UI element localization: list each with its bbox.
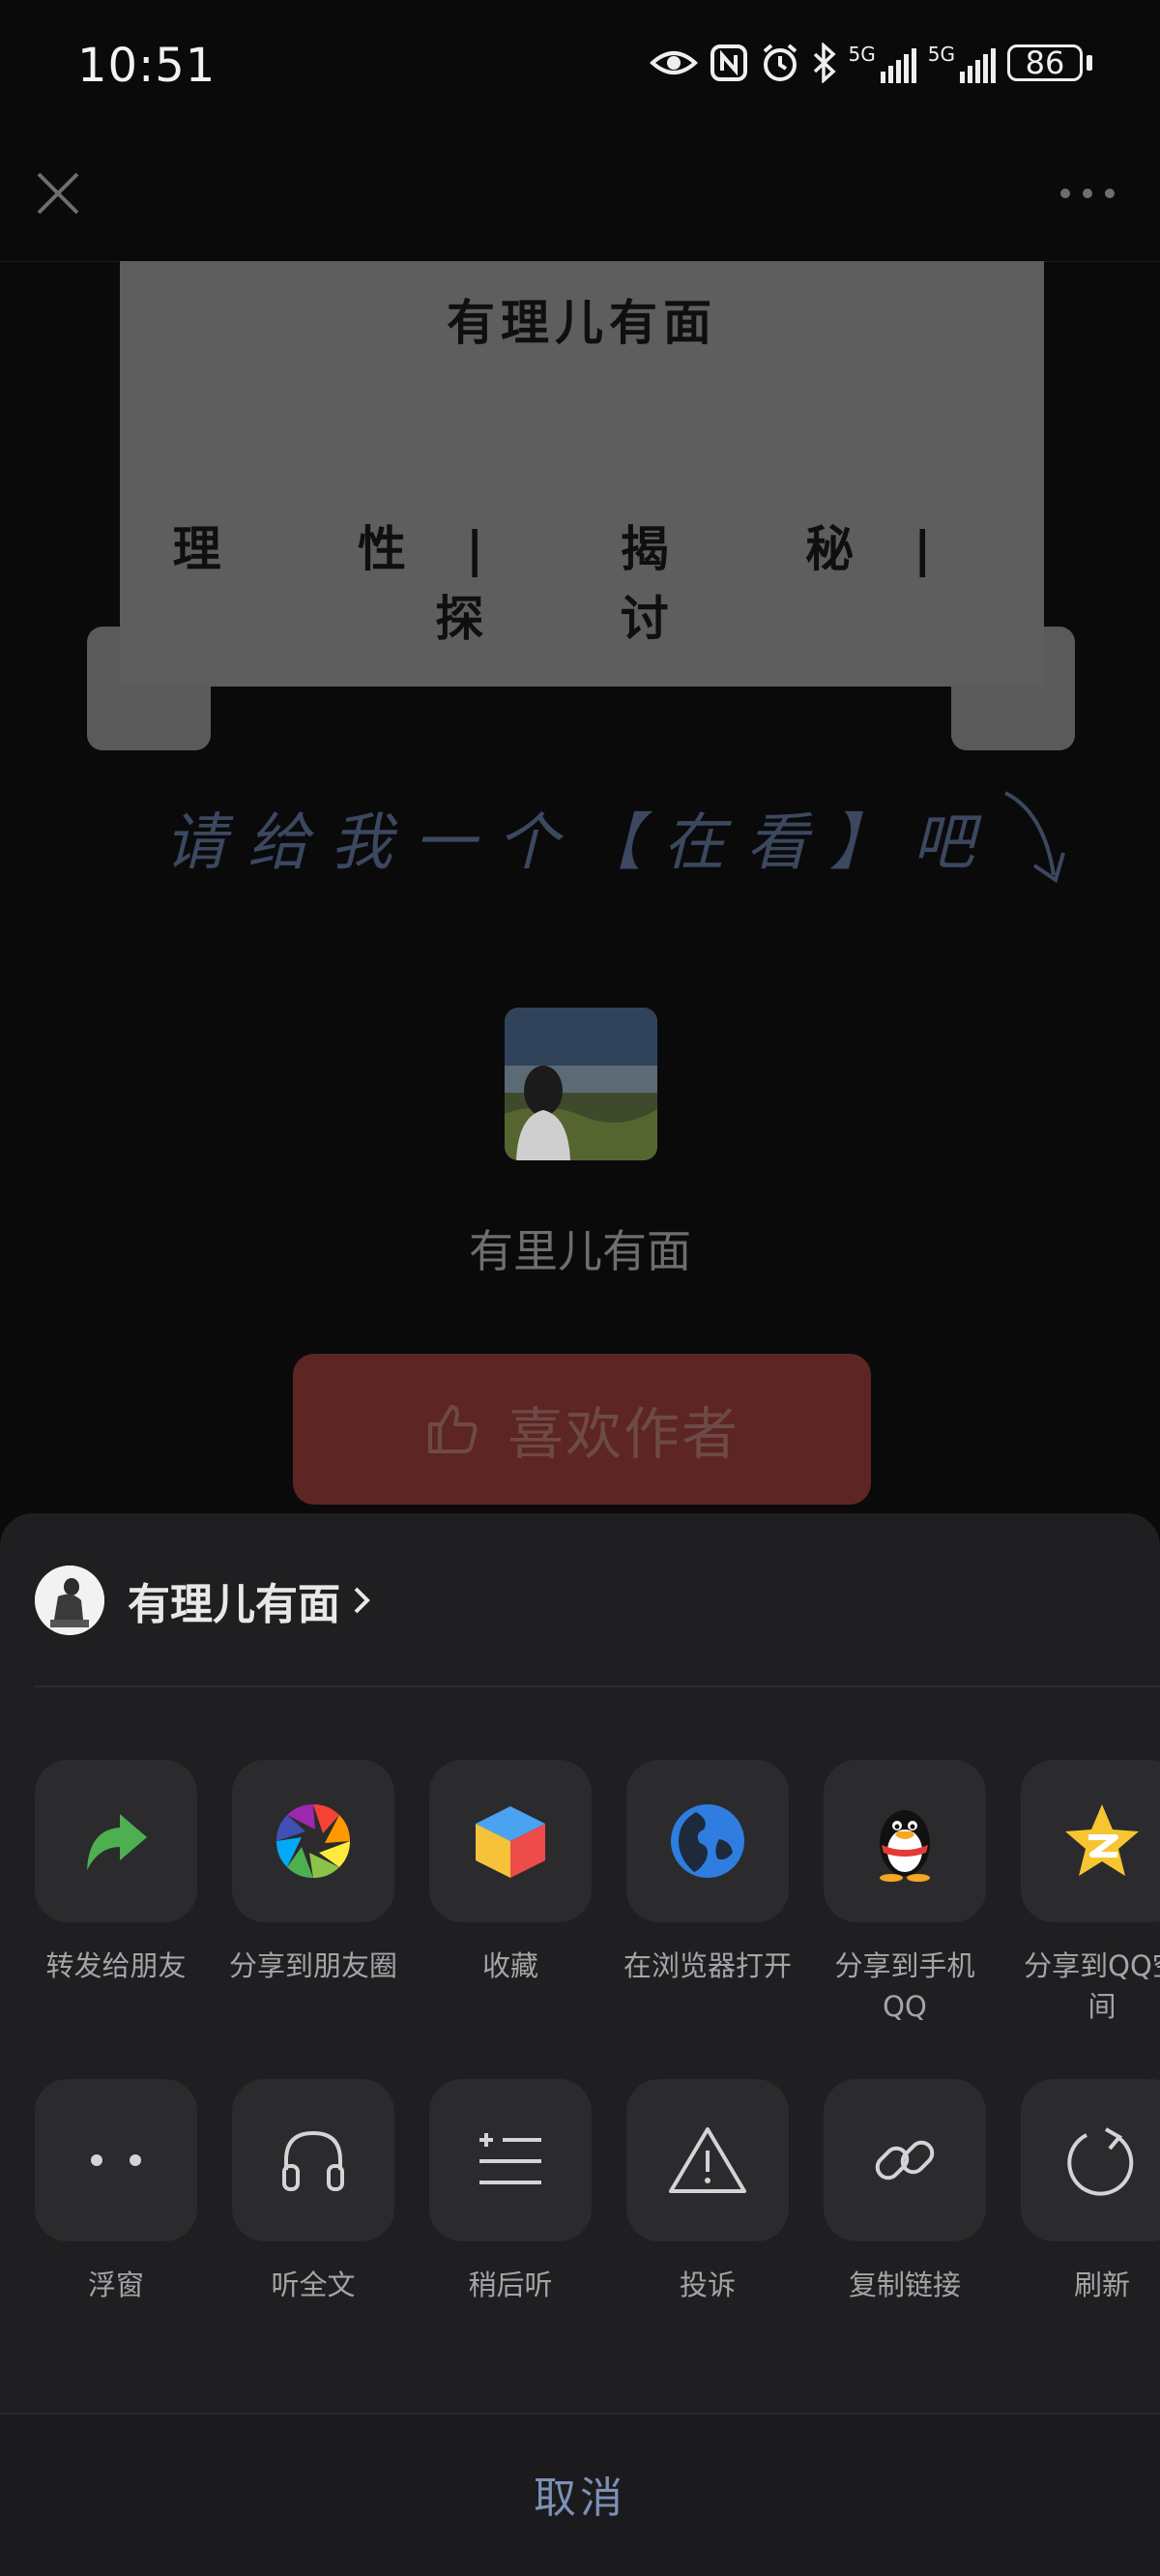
tile-label: 刷新 bbox=[1073, 2269, 1130, 2301]
moments-icon bbox=[276, 1803, 351, 1879]
banner-title: 有理儿有面 bbox=[447, 295, 717, 351]
top-bar bbox=[0, 145, 1160, 262]
listen-full-text-button[interactable]: 听全文 bbox=[232, 2079, 394, 2305]
sheet-divider bbox=[35, 1685, 1160, 1687]
ask-for-view-text: 请给我一个【在看】吧 bbox=[164, 807, 996, 879]
tile-label: 稍后听 bbox=[468, 2269, 553, 2301]
thinker-statue-image bbox=[35, 1566, 104, 1635]
account-name: 有理儿有面 bbox=[128, 1580, 340, 1629]
tile-label: 分享到朋友圈 bbox=[228, 1949, 397, 1982]
forward-to-friend-button[interactable]: 转发给朋友 bbox=[35, 1760, 197, 2027]
browser-globe-icon bbox=[671, 1804, 744, 1878]
qzone-star-icon bbox=[1065, 1804, 1139, 1876]
close-icon bbox=[37, 172, 79, 215]
article-banner: 有理儿有面 理 性| 揭 秘| 探 讨 bbox=[120, 261, 1044, 687]
cancel-button[interactable]: 取消 bbox=[0, 2463, 1160, 2525]
float-window-button[interactable]: 浮窗 bbox=[35, 2079, 197, 2305]
status-time: 10:51 bbox=[77, 39, 217, 93]
favorite-cube-icon bbox=[476, 1806, 545, 1878]
tile-label: 听全文 bbox=[271, 2269, 356, 2301]
more-button[interactable] bbox=[1054, 174, 1121, 213]
cancel-area: 取消 bbox=[0, 2413, 1160, 2576]
share-to-qq-button[interactable]: 分享到手机QQ bbox=[824, 1760, 986, 2027]
complain-button[interactable]: 投诉 bbox=[626, 2079, 789, 2305]
tile-label: 投诉 bbox=[679, 2269, 736, 2301]
share-row-2: 浮窗 听全文 稍后听 投诉 复制链接 刷新 bbox=[35, 2079, 1160, 2305]
listen-later-button[interactable]: 稍后听 bbox=[429, 2079, 592, 2305]
copy-link-button[interactable]: 复制链接 bbox=[824, 2079, 986, 2305]
tile-label: 转发给朋友 bbox=[45, 1949, 187, 1982]
sheet-account-header[interactable]: 有理儿有面 bbox=[35, 1562, 373, 1639]
alarm-icon bbox=[763, 44, 797, 81]
qq-penguin-icon bbox=[880, 1810, 930, 1882]
account-avatar bbox=[35, 1566, 104, 1635]
battery-indicator: 86 bbox=[1007, 44, 1083, 81]
nfc-icon bbox=[710, 44, 747, 81]
tile-label: 浮窗 bbox=[87, 2269, 144, 2301]
eye-icon bbox=[649, 51, 698, 74]
author-avatar[interactable] bbox=[505, 1008, 657, 1160]
float-window-icon bbox=[91, 2154, 141, 2166]
signal-1: 5G bbox=[849, 43, 916, 83]
favorite-button[interactable]: 收藏 bbox=[429, 1760, 592, 2027]
refresh-icon bbox=[1067, 2127, 1134, 2196]
refresh-button[interactable]: 刷新 bbox=[1021, 2079, 1160, 2305]
tile-label: 在浏览器打开 bbox=[623, 1949, 792, 1982]
share-row-1: 转发给朋友 分享到朋友圈 收藏 在浏览器打开 分享到手机QQ 分享到QQ 间 bbox=[35, 1760, 1160, 2027]
chevron-right-icon bbox=[354, 1587, 370, 1614]
like-author-label: 喜欢作者 bbox=[507, 1401, 740, 1467]
warning-icon bbox=[669, 2127, 746, 2193]
curved-arrow-icon bbox=[1004, 791, 1065, 884]
link-icon bbox=[875, 2140, 935, 2181]
tile-label: 复制链接 bbox=[848, 2269, 961, 2301]
article-content: 有理儿有面 理 性| 揭 秘| 探 讨 请给我一个【在看】吧 有里儿有面 喜欢作… bbox=[0, 261, 1160, 1518]
headphones-icon bbox=[282, 2130, 344, 2191]
status-icons: 5G 5G 86 bbox=[649, 43, 1092, 83]
bluetooth-icon bbox=[813, 43, 836, 83]
tile-label: 分享到手机QQ bbox=[834, 1949, 975, 2023]
listen-later-icon bbox=[479, 2133, 541, 2184]
tile-label: 收藏 bbox=[481, 1949, 538, 1982]
share-to-moments-button[interactable]: 分享到朋友圈 bbox=[229, 1760, 397, 2027]
battery-cap bbox=[1087, 55, 1092, 71]
author-photo bbox=[505, 1008, 657, 1160]
signal-2: 5G bbox=[928, 43, 996, 83]
share-to-qzone-button[interactable]: 分享到QQ空间 bbox=[1021, 1760, 1160, 2027]
forward-icon bbox=[87, 1814, 147, 1870]
open-in-browser-button[interactable]: 在浏览器打开 bbox=[624, 1760, 792, 2027]
tile-label: 分享到QQ空间 bbox=[1024, 1949, 1160, 2023]
banner-tags: 理 性| 揭 秘| 探 讨 bbox=[172, 521, 992, 647]
thumbs-up-icon bbox=[427, 1405, 478, 1453]
close-button[interactable] bbox=[29, 164, 87, 222]
author-name: 有里儿有面 bbox=[469, 1225, 691, 1277]
share-sheet: 有理儿有面 转发给朋友 分享到朋友圈 收藏 在浏览器打开 分享到手机QQ 分享到… bbox=[0, 1513, 1160, 2576]
status-bar: 10:51 5G 5G 86 bbox=[0, 0, 1160, 145]
like-author-button[interactable]: 喜欢作者 bbox=[293, 1354, 871, 1505]
more-dots-icon bbox=[1060, 189, 1115, 198]
